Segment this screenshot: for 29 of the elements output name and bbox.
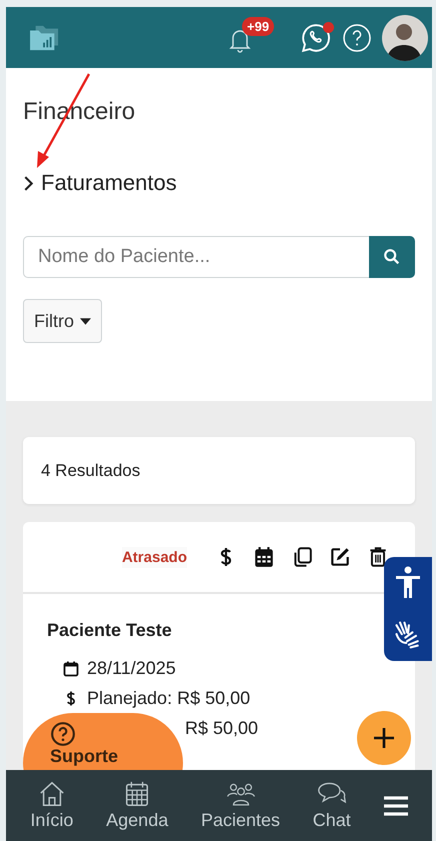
- search-button[interactable]: [369, 236, 415, 278]
- billing-date: 28/11/2025: [87, 658, 176, 678]
- help-icon: [50, 721, 76, 747]
- nav-item[interactable]: Agenda: [106, 780, 168, 831]
- help-icon[interactable]: [342, 22, 372, 52]
- calendar-icon: [63, 660, 79, 676]
- breadcrumb-link[interactable]: Faturamentos: [23, 170, 415, 196]
- notification-badge: +99: [242, 16, 274, 36]
- status-label: Atrasado: [122, 546, 187, 568]
- accessibility-icon[interactable]: [393, 566, 423, 600]
- nav-item[interactable]: Pacientes: [200, 780, 280, 831]
- nav-item[interactable]: Chat: [312, 780, 351, 831]
- patient-name: Paciente Teste: [47, 620, 173, 641]
- plus-icon: [372, 726, 396, 750]
- filter-button[interactable]: Filtro: [23, 299, 102, 343]
- planned-amount: Planejado: R$ 50,00: [87, 688, 250, 708]
- chevron-right-icon: [23, 174, 34, 192]
- whatsapp-icon[interactable]: [300, 22, 332, 54]
- results-count: 4 Resultados: [41, 460, 140, 480]
- user-avatar[interactable]: [382, 14, 428, 60]
- edit-icon[interactable]: [329, 546, 351, 568]
- menu-icon: [384, 796, 408, 816]
- caret-icon: [80, 318, 91, 324]
- search-icon: [383, 248, 401, 266]
- search-field[interactable]: Nome do Paciente...: [23, 236, 369, 278]
- received-amount: R$ 50,00: [185, 718, 258, 738]
- nav-item[interactable]: Início: [30, 780, 74, 831]
- calendar-icon[interactable]: [253, 546, 275, 568]
- menu-button[interactable]: [384, 796, 408, 816]
